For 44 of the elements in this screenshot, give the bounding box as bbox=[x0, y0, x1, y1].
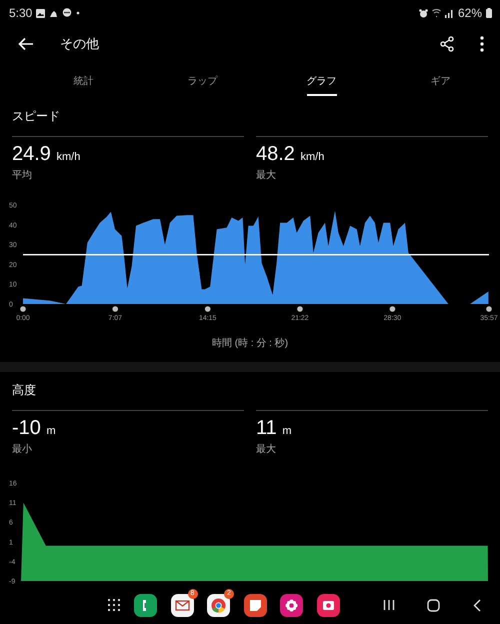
tab[interactable]: ギア bbox=[381, 60, 500, 98]
mail-app-icon[interactable] bbox=[170, 594, 194, 617]
screen-title: その他 bbox=[60, 34, 100, 53]
stat-label: 平均 bbox=[12, 168, 33, 182]
tick-marker bbox=[486, 306, 492, 312]
gallery-icon bbox=[36, 8, 46, 18]
stat-value: 24.9 km/h bbox=[12, 142, 82, 167]
browser-app-icon[interactable] bbox=[207, 594, 230, 617]
stat-value: 11 m bbox=[256, 416, 292, 441]
section-title: 高度 bbox=[12, 382, 37, 399]
stat-value: -10 m bbox=[12, 416, 57, 441]
axis-title: 時間 (時 : 分 : 秒) bbox=[212, 336, 288, 350]
dot-icon bbox=[76, 11, 80, 16]
phone-app-icon[interactable] bbox=[134, 594, 157, 617]
tick-marker bbox=[390, 306, 396, 312]
back-button[interactable] bbox=[18, 36, 34, 51]
tab[interactable]: ラップ bbox=[143, 60, 262, 98]
battery-icon bbox=[486, 8, 492, 18]
more-options-button[interactable] bbox=[480, 36, 484, 52]
alarm-icon bbox=[418, 8, 428, 18]
section-title: スピード bbox=[12, 108, 61, 125]
camera-app-icon[interactable] bbox=[316, 594, 340, 617]
notes-app-icon[interactable] bbox=[244, 594, 266, 617]
home-icon[interactable] bbox=[426, 598, 440, 612]
chat-icon bbox=[62, 8, 72, 18]
battery-percent: 62% bbox=[458, 6, 482, 20]
tick-marker bbox=[204, 306, 211, 312]
tick-marker bbox=[297, 306, 303, 312]
back-icon[interactable] bbox=[473, 598, 481, 612]
signal-icon bbox=[444, 8, 454, 18]
stat-label: 最大 bbox=[256, 442, 277, 456]
stat-label: 最小 bbox=[12, 442, 33, 456]
stat-value: 48.2 km/h bbox=[256, 142, 326, 167]
tab[interactable]: グラフ bbox=[262, 60, 381, 98]
flower-app-icon[interactable] bbox=[280, 594, 303, 617]
clock: 5:30 bbox=[9, 6, 32, 20]
tab[interactable]: 統計 bbox=[24, 60, 143, 98]
wifi-icon bbox=[432, 8, 441, 18]
tick-marker bbox=[20, 306, 26, 312]
stat-label: 最大 bbox=[256, 168, 277, 182]
tick-marker bbox=[112, 306, 118, 312]
recent-apps-icon[interactable] bbox=[383, 598, 395, 611]
apps-grid-icon[interactable] bbox=[108, 599, 120, 612]
share-button[interactable] bbox=[440, 36, 454, 52]
